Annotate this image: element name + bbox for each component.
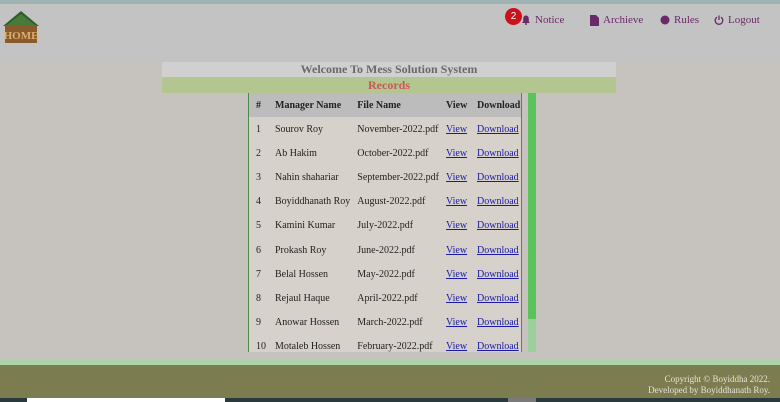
view-link[interactable]: View [439,141,470,165]
download-link[interactable]: Download [470,190,521,214]
file-name: June-2022.pdf [357,244,415,256]
row-number: 5 [256,220,261,232]
taskbar [0,398,780,402]
table-row: 5 Kamini Kumar July-2022.pdf View Downlo… [249,214,521,238]
copyright-text: Copyright © Boyiddha 2022. [664,374,770,384]
file-name: May-2022.pdf [357,268,415,280]
download-link[interactable]: Download [470,238,521,262]
manager-name: Nahin shahariar [275,171,339,183]
nav-rules[interactable]: Rules [660,10,699,30]
download-link[interactable]: Download [470,311,521,335]
manager-name: Motaleb Hossen [275,341,341,352]
records-table: # Manager Name File Name View Download 1… [249,93,521,352]
records-title: Records [162,77,616,93]
manager-name: Ab Hakim [275,147,317,159]
view-link[interactable]: View [439,262,470,286]
download-link[interactable]: Download [470,335,521,352]
file-name: March-2022.pdf [357,317,423,329]
download-link[interactable]: Download [470,286,521,310]
download-link[interactable]: Download [470,141,521,165]
view-link[interactable]: View [439,238,470,262]
manager-name: Belal Hossen [275,268,329,280]
developer-credit: Developed by Boyiddhanath Roy. [648,385,770,395]
view-link[interactable]: View [439,335,470,352]
view-link[interactable]: View [439,190,470,214]
table-row: 10 Motaleb Hossen February-2022.pdf View… [249,335,521,352]
manager-name: Kamini Kumar [275,220,336,232]
footer-text: Copyright © Boyiddha 2022. Developed by … [648,374,770,396]
file-name: February-2022.pdf [357,341,433,352]
bell-icon [521,15,531,25]
table-row: 3 Nahin shahariar September-2022.pdf Vie… [249,165,521,189]
nav-logout-label: Logout [728,14,760,26]
records-table-container[interactable]: # Manager Name File Name View Download 1… [248,93,522,352]
manager-name: Boyiddhanath Roy [275,196,351,208]
header-file-name: File Name [357,99,401,111]
file-icon [590,14,599,26]
file-name: November-2022.pdf [357,123,439,135]
file-name: April-2022.pdf [357,292,418,304]
header-download: Download [477,99,521,111]
view-link[interactable]: View [439,165,470,189]
nav-archieve-label: Archieve [603,14,644,26]
nav-notice-label: Notice [535,14,565,26]
row-number: 4 [256,196,261,208]
row-number: 6 [256,244,261,256]
row-number: 1 [256,123,261,135]
file-name: July-2022.pdf [357,220,414,232]
table-row: 4 Boyiddhanath Roy August-2022.pdf View … [249,190,521,214]
header: HOME 2 Notice Archieve Rules Logout [0,4,780,62]
view-link[interactable]: View [439,286,470,310]
download-link[interactable]: Download [470,117,521,141]
view-link[interactable]: View [439,117,470,141]
view-link[interactable]: View [439,214,470,238]
download-link[interactable]: Download [470,214,521,238]
notice-count-badge: 2 [505,8,522,25]
taskbar-item[interactable] [508,398,536,402]
file-name: October-2022.pdf [357,147,429,159]
table-row: 6 Prokash Roy June-2022.pdf View Downloa… [249,238,521,262]
nav-archieve[interactable]: Archieve [590,10,643,30]
row-number: 8 [256,292,261,304]
view-link[interactable]: View [439,311,470,335]
table-header-row: # Manager Name File Name View Download [249,93,521,117]
row-number: 10 [256,341,266,352]
power-icon [714,15,724,25]
table-row: 1 Sourov Roy November-2022.pdf View Down… [249,117,521,141]
file-name: August-2022.pdf [357,196,426,208]
home-logo[interactable]: HOME [2,10,40,46]
manager-name: Anowar Hossen [275,317,340,329]
nav-logout[interactable]: Logout [714,10,760,30]
circle-icon [660,15,670,25]
header-view: View [446,99,468,111]
table-scrollbar-thumb[interactable] [528,93,536,319]
nav-notice[interactable]: Notice [521,10,564,30]
header-manager-name: Manager Name [275,99,342,111]
manager-name: Prokash Roy [275,244,327,256]
file-name: September-2022.pdf [357,171,440,183]
row-number: 3 [256,171,261,183]
table-row: 9 Anowar Hossen March-2022.pdf View Down… [249,311,521,335]
download-link[interactable]: Download [470,165,521,189]
taskbar-window[interactable] [27,398,225,402]
row-number: 2 [256,147,261,159]
nav-rules-label: Rules [674,14,700,26]
table-row: 8 Rejaul Haque April-2022.pdf View Downl… [249,286,521,310]
table-row: 2 Ab Hakim October-2022.pdf View Downloa… [249,141,521,165]
manager-name: Sourov Roy [275,123,324,135]
row-number: 7 [256,268,261,280]
svg-text:HOME: HOME [4,30,39,42]
table-row: 7 Belal Hossen May-2022.pdf View Downloa… [249,262,521,286]
welcome-banner: Welcome To Mess Solution System [162,62,616,77]
download-link[interactable]: Download [470,262,521,286]
row-number: 9 [256,317,261,329]
header-number: # [256,99,261,111]
manager-name: Rejaul Haque [275,292,330,304]
